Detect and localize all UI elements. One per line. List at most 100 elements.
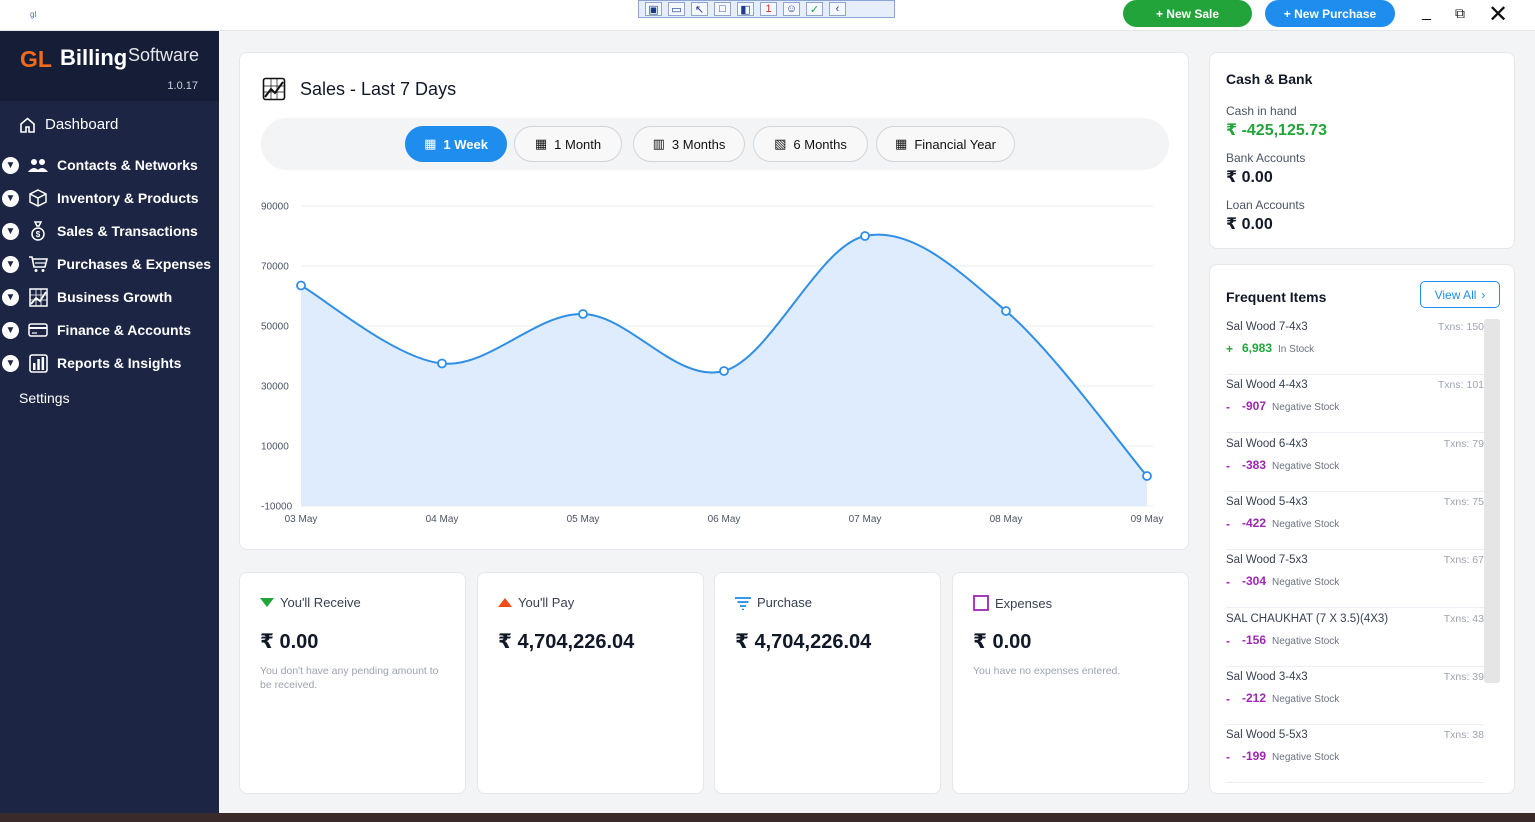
app-icon: gl	[30, 10, 37, 19]
sidebar-item-settings[interactable]: Settings	[19, 390, 70, 406]
expenses-amount: ₹ 0.00	[973, 631, 1032, 653]
chevron-down-icon[interactable]: ▼	[2, 321, 19, 339]
sidebar-item-label: Contacts & Networks	[57, 157, 198, 173]
sidebar-item-growth[interactable]: ▼ Business Growth	[2, 287, 172, 307]
x-tick-label: 08 May	[990, 514, 1023, 525]
item-stock-qty: -156 Negative Stock	[1242, 633, 1339, 647]
data-point	[1001, 306, 1011, 316]
frequent-items-card: Frequent Items View All › Sal Wood 7-4x3…	[1209, 264, 1515, 794]
chevron-down-icon[interactable]: ▼	[2, 255, 19, 273]
record-count[interactable]: 1	[760, 2, 777, 16]
screen-icon[interactable]: ◧	[737, 2, 754, 16]
square-icon	[973, 595, 989, 611]
y-tick-label: 90000	[261, 202, 289, 213]
item-name: Sal Wood 7-4x3	[1226, 321, 1308, 333]
cash-bank-card: Cash & Bank Cash in hand ₹ -425,125.73 B…	[1209, 52, 1515, 249]
item-stock-status: Negative Stock	[1272, 460, 1340, 472]
chevron-down-icon[interactable]: ▼	[2, 288, 19, 306]
item-txns: Txns: 75	[1443, 495, 1484, 508]
brand-billing: Billing	[60, 45, 128, 70]
region-icon[interactable]: □	[714, 2, 731, 16]
chevron-down-icon[interactable]: ▼	[2, 189, 19, 207]
view-all-button[interactable]: View All ›	[1420, 281, 1500, 308]
sidebar-item-label: Finance & Accounts	[57, 322, 192, 338]
pointer-icon[interactable]: ↖	[691, 2, 708, 16]
item-qty: -156	[1242, 632, 1267, 647]
receive-amount: ₹ 0.00	[260, 631, 319, 653]
sidebar-item-inventory[interactable]: ▼ Inventory & Products	[2, 189, 199, 207]
collapse-icon[interactable]: ‹	[829, 2, 846, 16]
item-qty: -907	[1242, 399, 1267, 414]
sidebar-item-finance[interactable]: ▼ Finance & Accounts	[2, 321, 191, 339]
brand-logo: GL Billing Software 1.0.17	[0, 31, 219, 101]
data-point	[437, 358, 447, 369]
y-tick-label: 30000	[261, 382, 289, 393]
list-item[interactable]: Sal Wood 7-5x3 Txns: 67 - -304 Negative Stoc…	[1226, 550, 1484, 609]
sidebar-item-dashboard[interactable]: Dashboard	[19, 116, 118, 133]
y-tick-label: 10000	[261, 442, 289, 453]
new-purchase-button[interactable]: + New Purchase	[1265, 0, 1395, 27]
list-item[interactable]: Sal Wood 5-5x3 Txns: 38 - -199 Negative Stoc…	[1226, 725, 1484, 784]
sidebar-item-purchases[interactable]: ▼ Purchases & Expenses	[2, 255, 211, 273]
loan-accounts-value: ₹ 0.00	[1226, 216, 1273, 233]
sales-chart-card: Sales - Last 7 Days ▦ 1 Week ▦ 1 Month ▥…	[239, 52, 1189, 550]
y-tick-label: -10000	[261, 502, 293, 513]
list-item[interactable]: Sal Wood 5-4x3 Txns: 75 - -422 Negative Stoc…	[1226, 492, 1484, 550]
data-point	[860, 231, 870, 241]
brand-software: Software	[128, 45, 200, 65]
chevron-down-icon[interactable]: ▼	[2, 222, 19, 240]
item-stock-status: Negative Stock	[1272, 402, 1340, 414]
list-item[interactable]: Sal Wood 4-4x3 Txns: 101 - -907 Negative Sto…	[1226, 375, 1484, 434]
receive-card: You'll Receive ₹ 0.00 You don't have any…	[239, 572, 466, 794]
item-stock-sign: -	[1226, 691, 1230, 706]
minimize-button[interactable]: _	[1422, 4, 1431, 22]
sidebar-item-label: Dashboard	[45, 116, 119, 133]
item-stock-status: Negative Stock	[1272, 752, 1340, 764]
new-sale-button[interactable]: + New Sale	[1123, 0, 1252, 27]
close-button[interactable]: ✕	[1488, 0, 1508, 29]
video-icon[interactable]: ▭	[668, 2, 685, 16]
x-tick-label: 03 May	[285, 514, 318, 525]
x-tick-label: 06 May	[708, 514, 741, 525]
recorder-toolbar: ▣ ▭ ↖ □ ◧ 1 ☺ ✓ ‹	[638, 0, 895, 18]
item-name: Sal Wood 7-5x3	[1226, 554, 1308, 567]
pay-card: You'll Pay ₹ 4,704,226.04	[477, 572, 704, 794]
list-item[interactable]: SAL CHAUKHAT (7 X 3.5)(4X3) Txns: 43 - -156…	[1226, 609, 1484, 667]
item-qty: -199	[1242, 749, 1267, 764]
x-tick-label: 04 May	[426, 514, 459, 525]
cash-bank-title: Cash & Bank	[1226, 71, 1313, 87]
item-txns: Txns: 150	[1437, 321, 1484, 333]
check-icon[interactable]: ✓	[806, 2, 823, 16]
scrollbar[interactable]	[1484, 319, 1500, 683]
expenses-title: Expenses	[973, 595, 1052, 611]
sidebar-item-sales[interactable]: ▼ $ Sales & Transactions	[2, 221, 198, 241]
card-icon	[28, 321, 48, 339]
box-icon	[28, 189, 48, 207]
item-stock-status: In Stock	[1278, 344, 1315, 355]
sidebar-item-contacts[interactable]: ▼ Contacts & Networks	[2, 156, 198, 174]
item-txns: Txns: 79	[1443, 437, 1484, 450]
item-qty: -422	[1242, 515, 1267, 530]
x-tick-label: 07 May	[849, 514, 882, 525]
summary-label: Purchase	[757, 595, 812, 610]
chevron-down-icon[interactable]: ▼	[2, 156, 19, 174]
receive-title: You'll Receive	[260, 595, 361, 610]
sidebar-item-reports[interactable]: ▼ Reports & Insights	[2, 353, 181, 373]
capture-icon[interactable]: ▣	[645, 2, 662, 16]
bank-accounts-value: ₹ 0.00	[1226, 169, 1273, 186]
restore-button[interactable]: ⧉	[1455, 5, 1465, 22]
list-item[interactable]: Sal Wood 7-4x3 Txns: 150 +6,983 In Stock	[1226, 317, 1484, 375]
accessibility-icon[interactable]: ☺	[783, 2, 800, 16]
list-item[interactable]: Sal Wood 6-4x3 Txns: 79 - -383 Negative Stoc…	[1226, 434, 1484, 492]
svg-text:$: $	[36, 230, 41, 239]
item-stock-sign: -	[1226, 516, 1230, 531]
chevron-down-icon[interactable]: ▼	[2, 354, 19, 372]
bank-accounts-label: Bank Accounts	[1226, 151, 1306, 165]
item-stock-qty: -383 Negative Stock	[1242, 458, 1339, 472]
item-qty: -383	[1242, 457, 1267, 472]
item-stock-sign: -	[1226, 400, 1230, 415]
item-stock-status: Negative Stock	[1272, 635, 1340, 647]
item-stock-qty: -304 Negative Stock	[1242, 574, 1339, 588]
item-stock-qty: -422 Negative Stock	[1242, 516, 1339, 530]
list-item[interactable]: Sal Wood 3-4x3 Txns: 39 - -212 Negative Stoc…	[1226, 667, 1484, 725]
